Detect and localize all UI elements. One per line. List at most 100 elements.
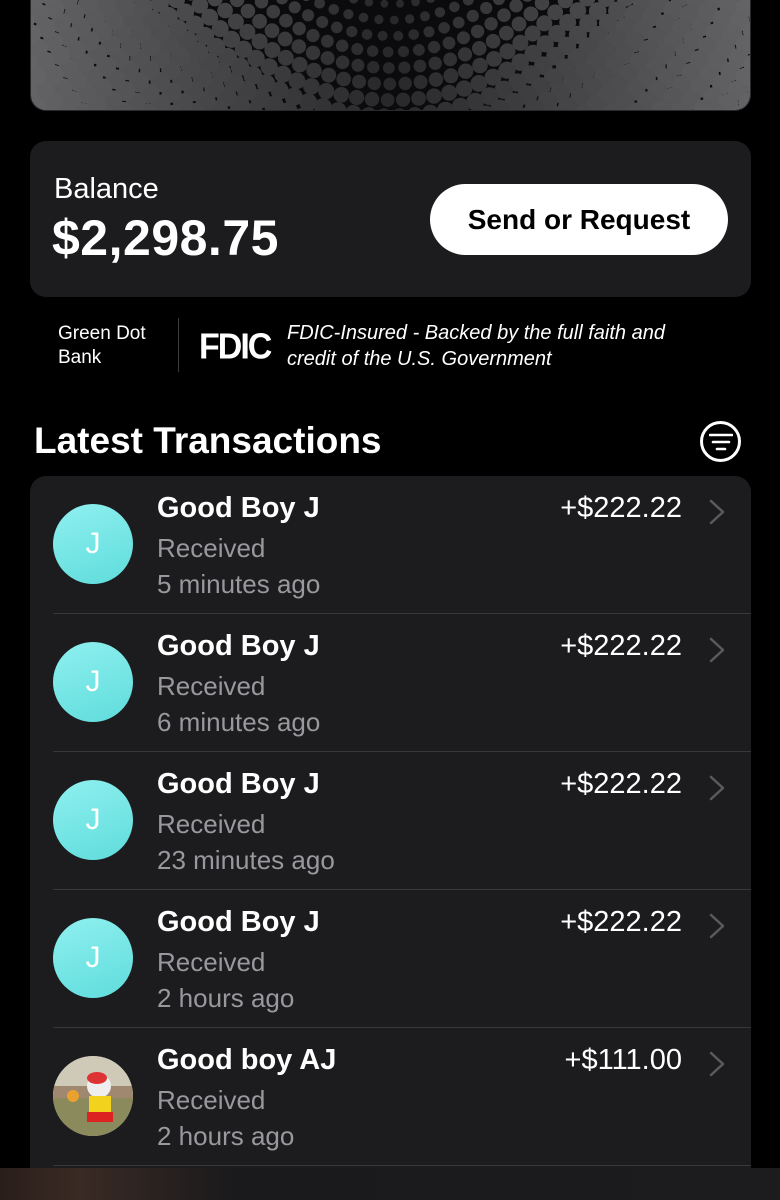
pattern-dot <box>264 23 280 38</box>
pattern-dot <box>217 2 233 19</box>
chevron-right-icon <box>709 637 725 663</box>
transaction-row[interactable]: J Good Boy J Received 6 minutes ago +$22… <box>30 614 751 752</box>
pattern-dot <box>335 55 350 70</box>
pattern-dot <box>333 87 350 103</box>
transaction-time: 23 minutes ago <box>157 845 335 875</box>
pattern-dot <box>438 22 450 34</box>
fdic-logo: FDIC <box>199 327 272 367</box>
filter-button[interactable] <box>700 421 741 462</box>
pattern-dot <box>398 76 412 91</box>
balance-label: Balance <box>54 173 159 205</box>
chevron-right-icon <box>709 499 725 525</box>
transaction-time: 2 hours ago <box>157 1121 295 1151</box>
pattern-dot <box>413 44 425 56</box>
pattern-dot <box>366 45 379 57</box>
transaction-row[interactable]: J Good Boy J Received 23 minutes ago +$2… <box>30 752 751 890</box>
pattern-dot <box>314 98 332 110</box>
chevron-right-icon <box>709 913 725 939</box>
pattern-dot <box>349 89 365 106</box>
transaction-amount: +$222.22 <box>560 492 682 524</box>
pattern-dot <box>374 14 384 25</box>
transaction-name: Good Boy J <box>157 906 320 938</box>
pattern-dot <box>472 41 487 56</box>
pattern-dot <box>336 71 352 87</box>
pattern-dot <box>428 56 442 71</box>
pattern-dot <box>252 13 267 29</box>
avatar: J <box>53 504 133 584</box>
pattern-dot <box>509 0 523 13</box>
pattern-dot <box>276 0 288 5</box>
avatar: J <box>53 780 133 860</box>
pattern-dot <box>364 0 374 7</box>
pattern-dot <box>408 107 422 110</box>
pattern-dot <box>266 4 281 19</box>
pattern-dot <box>361 29 373 40</box>
pattern-dot <box>472 57 488 74</box>
pattern-dot <box>423 26 435 38</box>
pattern-dot <box>426 88 442 104</box>
pattern-dot <box>305 45 321 61</box>
pattern-dot <box>442 36 456 50</box>
pattern-dot <box>302 0 310 2</box>
transaction-name: Good boy AJ <box>157 1044 337 1076</box>
pattern-dot <box>411 0 420 7</box>
row-divider <box>53 1165 751 1166</box>
transaction-status: Received <box>157 671 266 701</box>
pattern-dot <box>314 0 325 9</box>
transaction-name: Good Boy J <box>157 492 320 524</box>
pattern-dot <box>397 46 410 58</box>
pattern-dot <box>254 0 269 9</box>
transaction-row[interactable]: J Good Boy J Received 2 hours ago +$222.… <box>30 890 751 1028</box>
pattern-dot <box>434 7 446 18</box>
pattern-dot <box>288 1 301 14</box>
transaction-time: 5 minutes ago <box>157 569 321 599</box>
pattern-dot <box>277 31 293 47</box>
transactions-title: Latest Transactions <box>34 420 382 461</box>
pattern-dot <box>470 24 485 39</box>
pattern-dot <box>352 74 366 89</box>
pattern-dot <box>499 25 514 41</box>
balance-amount: $2,298.75 <box>52 210 279 266</box>
bank-name: Green Dot Bank <box>58 323 146 368</box>
pattern-dot <box>411 91 426 106</box>
card-art[interactable] <box>30 0 751 111</box>
transaction-status: Received <box>157 809 266 839</box>
pattern-dot <box>351 43 364 55</box>
pattern-dot <box>462 0 474 6</box>
pattern-dot <box>398 61 411 74</box>
pattern-dot <box>291 39 307 54</box>
pattern-dot <box>437 101 454 110</box>
pattern-dot <box>346 26 358 38</box>
bottom-edge <box>0 1168 780 1200</box>
pattern-dot <box>306 62 322 79</box>
pattern-dot <box>486 51 502 67</box>
pattern-dot <box>377 30 388 41</box>
pattern-dot <box>367 61 380 74</box>
pattern-dot <box>511 16 527 32</box>
transaction-row[interactable]: Good boy AJ Received 2 hours ago +$111.0… <box>30 1028 751 1166</box>
pattern-dot <box>321 67 337 83</box>
pattern-dot <box>405 14 415 24</box>
transaction-amount: +$222.22 <box>560 906 682 938</box>
pattern-dot <box>382 62 395 74</box>
pattern-dot <box>441 84 458 101</box>
transaction-amount: +$222.22 <box>560 630 682 662</box>
pattern-dot <box>321 34 334 48</box>
transaction-time: 6 minutes ago <box>157 707 321 737</box>
pattern-dot <box>523 6 539 22</box>
balance-card: Balance $2,298.75 Send or Request <box>30 141 751 297</box>
pattern-dot <box>279 13 293 28</box>
pattern-dot <box>277 49 294 66</box>
pattern-dot <box>422 104 438 110</box>
pattern-dot <box>380 93 395 107</box>
pattern-dot <box>331 21 343 34</box>
pattern-dot <box>396 92 411 107</box>
send-or-request-button[interactable]: Send or Request <box>430 184 728 255</box>
transaction-row[interactable]: J Good Boy J Received 5 minutes ago +$22… <box>30 476 751 614</box>
pattern-dot <box>428 72 444 87</box>
pattern-dot <box>522 0 532 2</box>
pattern-dot <box>306 28 320 43</box>
pattern-dot <box>413 59 427 73</box>
pattern-dot <box>484 17 498 31</box>
pattern-dot <box>303 78 320 95</box>
